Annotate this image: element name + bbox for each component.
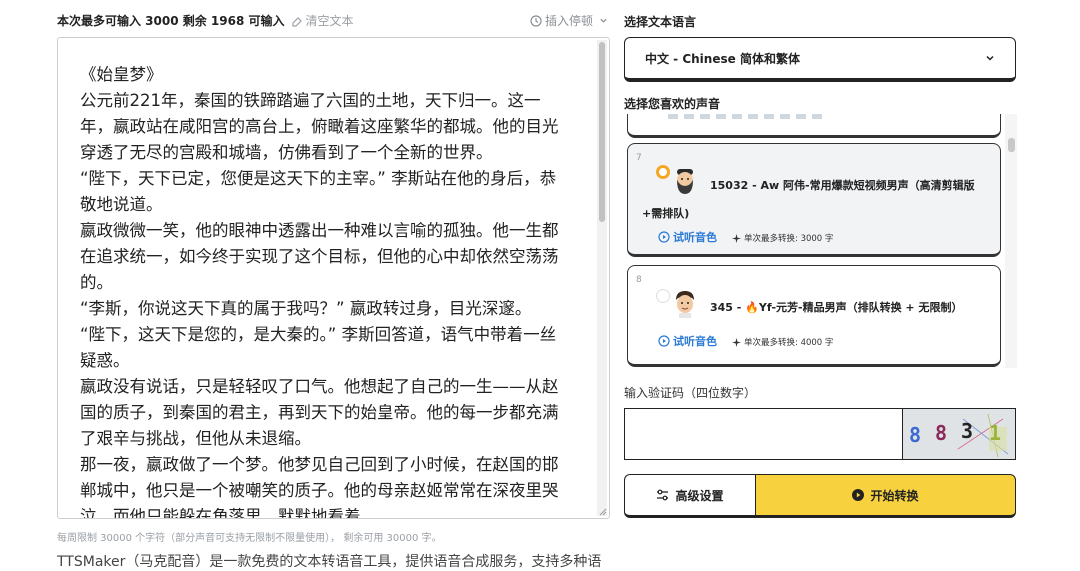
resize-handle-icon[interactable] [597, 506, 607, 516]
chevron-down-icon [986, 55, 994, 61]
char-limit-text: 本次最多可输入 3000 剩余 1968 可输入 [57, 14, 285, 28]
captcha-digit: 8 [909, 423, 922, 447]
avatar-man-icon [676, 291, 694, 318]
voice-name: 15032 - Aw 阿伟-常用爆款短视频男声（高清剪辑版 [710, 179, 975, 192]
voice-radio-selected[interactable] [656, 165, 670, 179]
voice-index: 7 [636, 153, 642, 163]
text-paragraph: “李斯，你说这天下真的属于我吗？” 嬴政转过身，目光深邃。 [80, 299, 532, 318]
text-paragraph: “陛下，这天下是您的，是大秦的。” 李斯回答道，语气中带着一丝疑惑。 [80, 325, 557, 370]
captcha-row: 8 8 3 1 [624, 408, 1016, 460]
char-limit-bar: 本次最多可输入 3000 剩余 1968 可输入 清空文本 [57, 12, 354, 29]
listen-button[interactable]: 试听音色 [658, 333, 717, 349]
captcha-input[interactable] [625, 409, 903, 459]
text-paragraph: 那一夜，嬴政做了一个梦。他梦见自己回到了小时候，在赵国的邯郸城中，他只是一个被嘲… [80, 455, 559, 518]
max-conversion-info: 单次最多转换: 3000 字 [732, 232, 833, 244]
avatar-bearded-man-icon [677, 169, 693, 194]
max-conversion-label: 单次最多转换: 4000 字 [744, 338, 834, 348]
advanced-settings-button[interactable]: 高级设置 [624, 474, 755, 518]
clear-text-label: 清空文本 [305, 14, 354, 28]
max-conversion-label: 单次最多转换: 3000 字 [744, 234, 834, 244]
text-scrollbar[interactable] [597, 40, 607, 516]
sparkle-icon [732, 233, 741, 243]
start-conversion-button[interactable]: 开始转换 [755, 474, 1016, 518]
voice-label: 选择您喜欢的声音 [624, 97, 721, 111]
play-circle-icon [658, 335, 670, 347]
sparkle-icon [732, 337, 741, 347]
voice-scrollbar[interactable] [1005, 114, 1017, 368]
weekly-limit-note: 每周限制 30000 个字符（部分声音可支持无限制不限量使用）， 剩余可用 30… [57, 533, 442, 544]
eraser-icon [291, 16, 302, 27]
chevron-down-icon [600, 18, 607, 23]
captcha-label: 输入验证码（四位数字） [624, 386, 757, 400]
play-circle-icon [658, 231, 670, 243]
clock-icon [530, 14, 542, 27]
captcha-digit: 1 [989, 421, 1002, 445]
play-circle-filled-icon [852, 489, 865, 501]
language-label: 选择文本语言 [624, 15, 697, 29]
advanced-settings-label: 高级设置 [675, 488, 724, 503]
text-input-area[interactable]: 《始皇梦》 公元前221年，秦国的铁蹄踏遍了六国的土地，天下归一。这一年，嬴政站… [57, 37, 610, 519]
voice-card-partial[interactable] [627, 114, 1001, 138]
text-paragraph: 公元前221年，秦国的铁蹄踏遍了六国的土地，天下归一。这一年，嬴政站在咸阳宫的高… [80, 91, 559, 162]
language-selected-value: 中文 - Chinese 简体和繁体 [645, 51, 800, 66]
insert-pause-label: 插入停顿 [545, 14, 594, 28]
language-select[interactable]: 中文 - Chinese 简体和繁体 [624, 37, 1016, 82]
max-conversion-info: 单次最多转换: 4000 字 [732, 336, 833, 348]
text-paragraph: 《始皇梦》 [80, 65, 163, 84]
voice-index: 8 [636, 275, 642, 285]
captcha-digit: 3 [961, 419, 974, 443]
clear-text-button[interactable]: 清空文本 [291, 12, 354, 29]
about-text: TTSMaker（马克配音）是一款免费的文本转语音工具，提供语音合成服务，支持多… [57, 554, 602, 570]
text-scrollbar-thumb[interactable] [599, 42, 605, 222]
sliders-icon [657, 489, 669, 501]
listen-button[interactable]: 试听音色 [658, 229, 717, 245]
text-content[interactable]: 《始皇梦》 公元前221年，秦国的铁蹄踏遍了六国的土地，天下归一。这一年，嬴政站… [58, 38, 595, 518]
voice-name: 345 - 🔥Yf-元芳-精品男声（排队转换 + 无限制） [710, 301, 963, 314]
voice-card[interactable]: 7 15032 - Aw 阿伟-常用爆款短视频男声（高清剪辑版 +需排队) 试听… [627, 143, 1001, 257]
captcha-image[interactable]: 8 8 3 1 [903, 409, 1015, 459]
voice-list[interactable]: 7 15032 - Aw 阿伟-常用爆款短视频男声（高清剪辑版 +需排队) 试听… [624, 114, 1017, 368]
start-conversion-label: 开始转换 [870, 488, 919, 503]
text-paragraph: 嬴政没有说话，只是轻轻叹了口气。他想起了自己的一生——从赵国的质子，到秦国的君主… [80, 377, 559, 448]
listen-label: 试听音色 [673, 231, 717, 244]
text-paragraph: 嬴政微微一笑，他的眼神中透露出一种难以言喻的孤独。他一生都在追求统一，如今终于实… [80, 221, 559, 292]
captcha-digit: 8 [935, 421, 948, 445]
voice-radio[interactable] [656, 289, 670, 303]
voice-scrollbar-thumb[interactable] [1008, 138, 1015, 152]
voice-name-continued: +需排队) [642, 207, 690, 220]
listen-label: 试听音色 [673, 335, 717, 348]
text-paragraph: “陛下，天下已定，您便是这天下的主宰。” 李斯站在他的身后，恭敬地说道。 [80, 169, 557, 214]
voice-card[interactable]: 8 345 - 🔥Yf-元芳-精品男声（排队转换 + 无限制） 试听音色 单次最… [627, 265, 1001, 367]
insert-pause-dropdown[interactable]: 插入停顿 [530, 12, 611, 29]
